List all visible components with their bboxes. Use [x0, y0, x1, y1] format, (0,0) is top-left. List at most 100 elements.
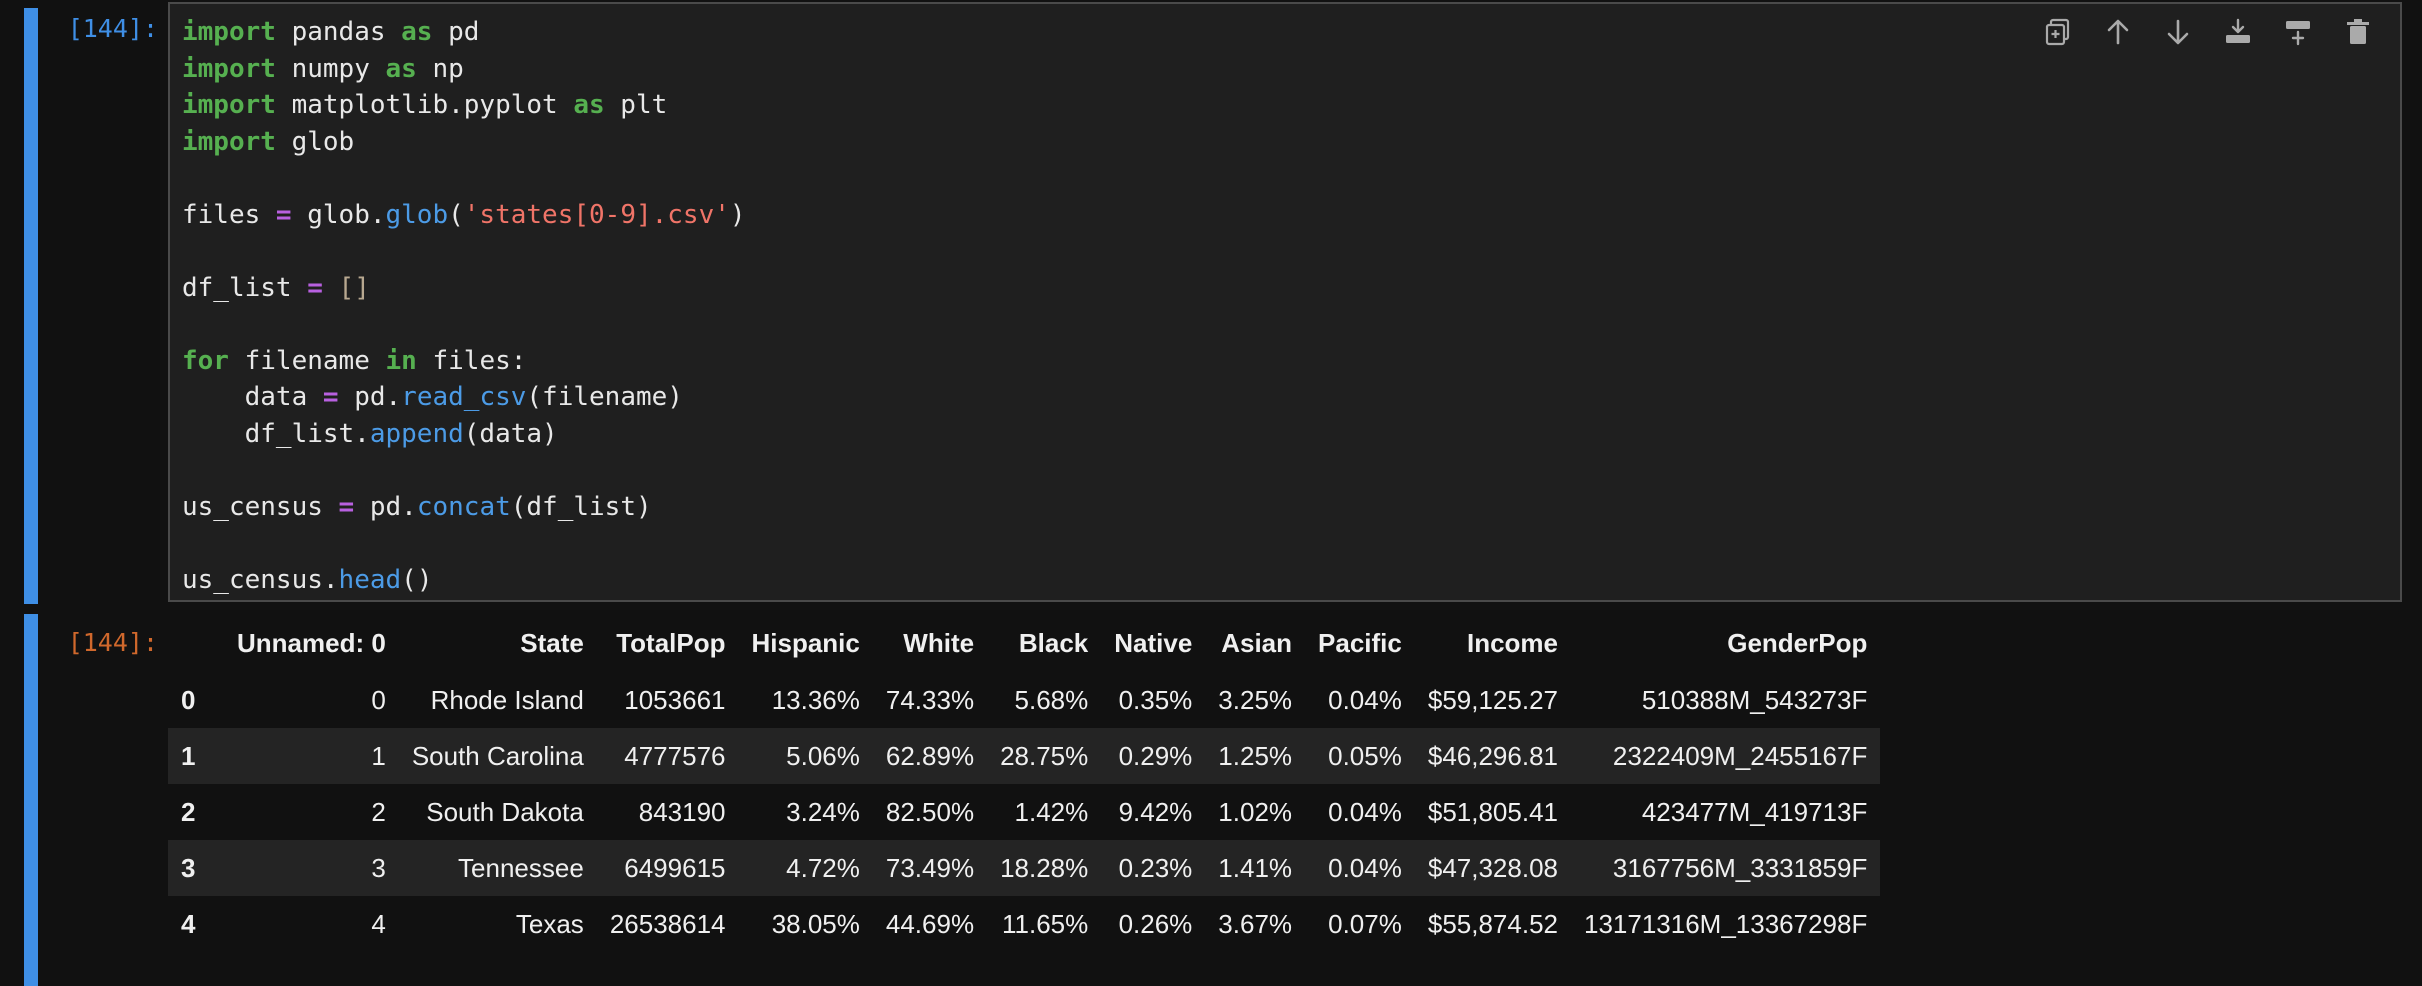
- output-collapser-bar[interactable]: [24, 614, 38, 986]
- code-line: import glob: [182, 124, 746, 161]
- code-token: as: [401, 17, 433, 47]
- table-cell: 82.50%: [885, 796, 975, 827]
- code-token: matplotlib.pyplot: [275, 90, 574, 120]
- code-line: us_census = pd.concat(df_list): [182, 489, 746, 526]
- code-token: pd.: [354, 491, 417, 522]
- index-header: [168, 614, 224, 672]
- table-cell: 5.06%: [786, 740, 860, 771]
- arrow-down-icon: [2163, 17, 2193, 51]
- table-cell: 11.65%: [1001, 908, 1089, 939]
- code-token: =: [338, 491, 355, 522]
- dataframe-table: Unnamed: 0 State TotalPop Hispanic White Blac…: [168, 614, 1881, 952]
- table-row: 1 1 South Carolina 4777576 5.06% 62.89% 28.75%…: [168, 728, 1881, 784]
- code-token: =: [322, 382, 339, 412]
- table-cell: 0.05%: [1328, 740, 1402, 771]
- row-index: 0: [181, 684, 196, 715]
- table-cell: 1.02%: [1218, 796, 1293, 827]
- table-cell: 4.72%: [786, 852, 860, 883]
- delete-cell-button[interactable]: [2338, 16, 2378, 52]
- table-row: 0 0 Rhode Island 1053661 13.36% 74.33% 5.68% 0.…: [168, 672, 1881, 728]
- table-cell: 1: [371, 740, 386, 771]
- code-token: 'states[0-9].csv': [463, 199, 730, 230]
- table-cell: 1.25%: [1218, 740, 1293, 771]
- code-token: in: [385, 345, 417, 376]
- table-cell: $55,874.52: [1427, 908, 1558, 939]
- table-cell: 510388M_543273F: [1641, 684, 1868, 715]
- insert-above-button[interactable]: [2218, 16, 2258, 52]
- input-cell[interactable]: [144]: import pandas as pd import numpy a…: [0, 0, 2422, 606]
- cell-toolbar: [2038, 16, 2378, 52]
- column-header: GenderPop: [1727, 627, 1868, 658]
- table-cell: 62.89%: [885, 740, 975, 771]
- table-cell: 9.42%: [1118, 796, 1193, 827]
- table-cell: 3167756M_3331859F: [1612, 852, 1868, 883]
- column-header: Black: [1018, 627, 1089, 658]
- row-index: 1: [181, 740, 196, 771]
- table-cell: $51,805.41: [1427, 796, 1558, 827]
- table-cell: South Carolina: [411, 740, 584, 771]
- input-collapser-bar[interactable]: [24, 8, 38, 604]
- code-editor[interactable]: import pandas as pd import numpy as np imp…: [168, 2, 2402, 602]
- insert-below-button[interactable]: [2278, 16, 2318, 52]
- table-cell: $46,296.81: [1427, 740, 1558, 771]
- table-cell: 1.41%: [1218, 852, 1293, 883]
- column-header: Hispanic: [751, 627, 860, 658]
- code-token: (filename): [526, 382, 683, 412]
- column-header: TotalPop: [616, 627, 726, 658]
- table-cell: $59,125.27: [1427, 684, 1558, 715]
- table-cell: 18.28%: [1000, 852, 1089, 883]
- table-cell: Tennessee: [458, 852, 584, 883]
- move-up-button[interactable]: [2098, 16, 2138, 52]
- table-cell: 423477M_419713F: [1641, 796, 1868, 827]
- code-token: import: [182, 53, 276, 84]
- code-token: df_list.: [182, 418, 370, 449]
- table-cell: 26538614: [609, 908, 726, 939]
- code-line: df_list = []: [182, 270, 746, 307]
- table-cell: 0.35%: [1118, 684, 1193, 715]
- code-line: us_census.head(): [182, 562, 746, 599]
- code-token: append: [369, 418, 464, 449]
- table-cell: 3.67%: [1218, 908, 1293, 939]
- table-cell: 4: [371, 908, 386, 939]
- code-token: files:: [416, 345, 527, 376]
- table-cell: $47,328.08: [1427, 852, 1558, 883]
- duplicate-icon: [2043, 17, 2073, 51]
- trash-icon: [2343, 17, 2373, 51]
- table-cell: 38.05%: [771, 908, 860, 939]
- code-token: np: [416, 53, 464, 84]
- code-token: (df_list): [510, 491, 652, 522]
- code-token: glob: [385, 199, 449, 230]
- column-header: Native: [1114, 627, 1193, 658]
- code-token: (data): [463, 418, 558, 449]
- output-area: Unnamed: 0 State TotalPop Hispanic White Blac…: [168, 614, 1881, 952]
- column-header: White: [903, 627, 975, 658]
- code-token: import: [182, 126, 276, 157]
- table-cell: 0.23%: [1118, 852, 1193, 883]
- header-row: Unnamed: 0 State TotalPop Hispanic White Blac…: [168, 614, 1880, 672]
- table-cell: 0.07%: [1328, 908, 1402, 939]
- duplicate-cell-button[interactable]: [2038, 16, 2078, 52]
- code-token: for: [182, 345, 229, 376]
- table-cell: 3: [371, 852, 386, 883]
- insert-above-icon: [2223, 17, 2253, 51]
- code-content[interactable]: import pandas as pd import numpy as np imp…: [182, 14, 746, 598]
- code-token: pd.: [338, 382, 402, 412]
- table-cell: 73.49%: [885, 852, 975, 883]
- code-token: []: [338, 272, 370, 303]
- table-cell: 5.68%: [1014, 684, 1089, 715]
- row-index: 4: [181, 908, 196, 939]
- table-cell: 13.36%: [771, 684, 860, 715]
- input-prompt: [144]:: [67, 14, 158, 43]
- table-cell: 28.75%: [1000, 740, 1089, 771]
- table-cell: 3.24%: [786, 796, 860, 827]
- move-down-button[interactable]: [2158, 16, 2198, 52]
- code-token: glob.: [291, 199, 386, 230]
- table-cell: 6499615: [624, 852, 726, 883]
- code-line: df_list.append(data): [182, 416, 746, 453]
- table-cell: 2322409M_2455167F: [1612, 740, 1868, 771]
- code-token: (: [448, 199, 464, 230]
- code-line: import pandas as pd: [182, 14, 746, 51]
